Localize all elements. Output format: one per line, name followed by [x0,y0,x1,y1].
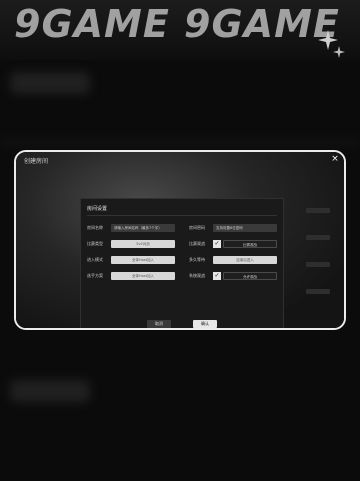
cancel-button[interactable]: 取消 [147,320,171,328]
room-name-input[interactable]: 请输入房间名称（最多7个字） [111,224,175,232]
player-plan-select[interactable]: 全体Host加入 [111,272,175,280]
join-mode-label: 进入模式 [87,257,103,262]
room-settings-panel: 房间设置 房间名称 请输入房间名称（最多7个字） 房间密码 支持设置6位密码 比… [80,198,284,328]
blurred-bg-block [10,380,90,402]
top-banner: 9GAME 9GAME [0,0,360,60]
confirm-button[interactable]: 确认 [193,320,217,328]
dialog-title: 创建房间 [24,156,52,165]
room-password-label: 房间密码 [189,225,205,230]
side-list-item[interactable] [306,208,330,213]
spectate-label: 比赛观战 [189,241,205,246]
panel-title: 房间设置 [87,206,108,212]
settings-row: 进入模式 全体Host加入 多久等待 结束后进入 [87,255,277,265]
match-type-select[interactable]: 5v5对战 [111,240,175,248]
side-list-item[interactable] [306,289,330,294]
system-spectate-option[interactable]: 允许观战 [223,272,277,280]
room-password-input[interactable]: 支持设置6位密码 [213,224,277,232]
side-list [306,208,330,316]
settings-row: 比赛类型 5v5对战 比赛观战 ✓ 比赛观战 [87,239,277,249]
match-type-label: 比赛类型 [87,241,103,246]
player-plan-label: 选手方案 [87,273,103,278]
dialog-title-text: 创建房间 [24,158,49,165]
spectate-option[interactable]: 比赛观战 [223,240,277,248]
panel-divider [87,215,277,216]
system-spectate-checkbox[interactable]: ✓ [213,272,221,280]
wait-time-label: 多久等待 [189,257,205,262]
system-spectate-label: 系统观战 [189,273,205,278]
wait-time-select[interactable]: 结束后进入 [213,256,277,264]
blurred-bg-block [10,72,90,94]
join-mode-select[interactable]: 全体Host加入 [111,256,175,264]
settings-row: 选手方案 全体Host加入 系统观战 ✓ 允许观战 [87,271,277,281]
bottom-area [0,330,360,481]
settings-row: 房间名称 请输入房间名称（最多7个字） 房间密码 支持设置6位密码 [87,223,277,233]
sparkle-small-icon [333,46,345,58]
close-button[interactable]: × [330,154,340,164]
blurred-bg-divider [0,140,360,145]
create-room-dialog: 创建房间 × 房间设置 房间名称 请输入房间名称（最多7个字） 房间密码 支持设… [14,150,346,330]
side-list-item[interactable] [306,262,330,267]
room-name-label: 房间名称 [87,225,103,230]
brand-banner-text: 9GAME 9GAME [14,2,340,46]
spectate-checkbox[interactable]: ✓ [213,240,221,248]
side-list-item[interactable] [306,235,330,240]
